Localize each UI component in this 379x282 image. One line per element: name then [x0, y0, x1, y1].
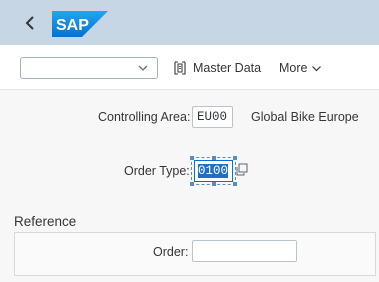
svg-text:SAP: SAP: [56, 17, 89, 34]
master-data-label: Master Data: [193, 61, 262, 75]
copy-icon: [236, 163, 248, 176]
document-icon: [174, 61, 186, 75]
frame-handle: [190, 182, 194, 186]
frame-handle: [212, 182, 216, 186]
shell-bar: SAP: [0, 0, 379, 45]
controlling-area-description: Global Bike Europe: [251, 110, 359, 124]
order-type-selected-text: 0100: [198, 164, 229, 178]
chevron-down-icon: [138, 65, 148, 71]
frame-handle: [233, 156, 237, 160]
order-type-label: Order Type:: [124, 164, 190, 178]
master-data-button[interactable]: Master Data: [173, 58, 261, 78]
order-input[interactable]: [192, 240, 297, 262]
value-help-button[interactable]: [235, 163, 249, 177]
more-button[interactable]: More: [279, 58, 322, 78]
reference-section-title: Reference: [14, 214, 77, 229]
back-button[interactable]: [18, 9, 42, 37]
chevron-down-icon: [312, 65, 322, 71]
controlling-area-input[interactable]: EU00: [192, 106, 233, 128]
frame-handle: [233, 182, 237, 186]
toolbar: Master Data More: [0, 45, 379, 90]
more-label: More: [279, 61, 308, 75]
sap-logo: SAP: [52, 11, 108, 37]
order-label: Order:: [153, 245, 189, 259]
controlling-area-label: Controlling Area:: [98, 110, 191, 124]
variant-select[interactable]: [20, 57, 158, 79]
chevron-left-icon: [25, 16, 34, 30]
order-type-focus-frame: 0100: [190, 156, 237, 186]
order-type-input[interactable]: 0100: [194, 160, 233, 182]
